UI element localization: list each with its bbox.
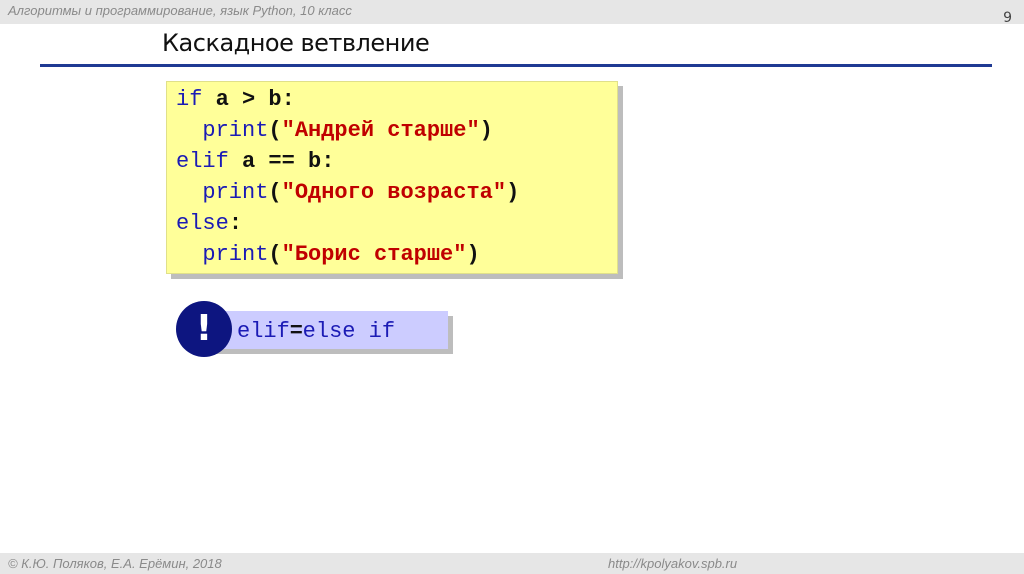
note-elif: elif (237, 319, 290, 344)
code-paren-close: ) (466, 242, 480, 267)
code-paren-open: ( (268, 242, 282, 267)
header-bar: Алгоритмы и программирование, язык Pytho… (0, 0, 1024, 24)
keyword-else: else (176, 211, 229, 236)
code-line-2: print("Андрей старше") (176, 115, 493, 146)
function-print: print (202, 118, 269, 143)
code-string: "Одного возраста" (281, 180, 507, 205)
title-divider (40, 64, 992, 67)
slide-title: Каскадное ветвление (162, 29, 430, 57)
code-line-4: print("Одного возраста") (176, 177, 519, 208)
note-box: elif=else if (200, 311, 448, 349)
code-condition: a > b: (202, 87, 295, 112)
code-line-3: elif a == b: (176, 146, 334, 177)
note-text: elif=else if (237, 311, 395, 349)
keyword-if: if (176, 87, 203, 112)
code-paren-open: ( (268, 118, 282, 143)
exclamation-icon: ! (176, 301, 232, 357)
code-block: if a > b: print("Андрей старше") elif a … (166, 81, 618, 274)
code-paren-close: ) (506, 180, 520, 205)
course-title: Алгоритмы и программирование, язык Pytho… (8, 3, 352, 18)
function-print: print (202, 242, 269, 267)
copyright: © К.Ю. Поляков, Е.А. Ерёмин, 2018 (8, 556, 222, 571)
function-print: print (202, 180, 269, 205)
code-line-5: else: (176, 208, 242, 239)
code-string: "Андрей старше" (281, 118, 480, 143)
code-colon: : (228, 211, 243, 236)
code-paren-open: ( (268, 180, 282, 205)
note-equals: = (289, 317, 303, 342)
code-line-1: if a > b: (176, 84, 295, 115)
site-url[interactable]: http://kpolyakov.spb.ru (608, 556, 737, 571)
page-number: 9 (1003, 10, 1012, 26)
note-else-if: else if (302, 319, 396, 344)
code-condition: a == b: (228, 149, 335, 174)
code-string: "Борис старше" (281, 242, 467, 267)
code-line-6: print("Борис старше") (176, 239, 480, 270)
code-paren-close: ) (479, 118, 493, 143)
footer-bar: © К.Ю. Поляков, Е.А. Ерёмин, 2018 http:/… (0, 553, 1024, 574)
keyword-elif: elif (176, 149, 229, 174)
